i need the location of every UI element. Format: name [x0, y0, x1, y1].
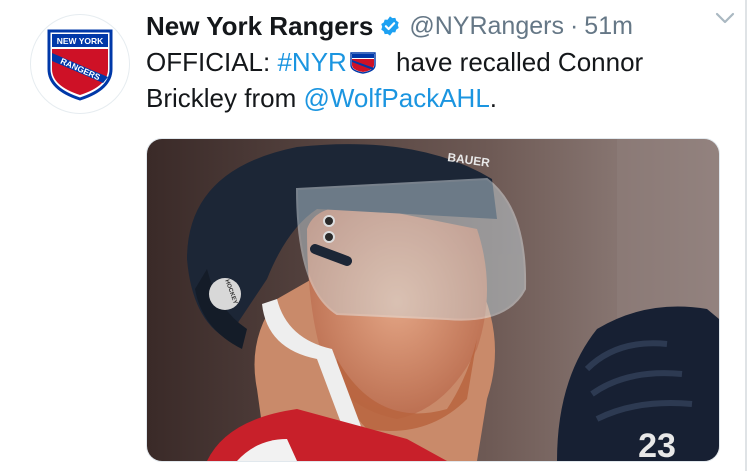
hashtag-link[interactable]: #NYR [277, 47, 346, 77]
rangers-hashflag-icon [350, 52, 376, 74]
mention-link[interactable]: @WolfPackAHL [303, 83, 489, 113]
tweet-media-photo[interactable]: BAUER HOCKEY 23 [146, 138, 720, 462]
tweet-timestamp[interactable]: 51m [584, 12, 633, 41]
tweet-text-suffix: . [489, 83, 498, 113]
tweet-text-prefix: OFFICIAL: [146, 47, 278, 77]
tweet-header: New York Rangers @NYRangers · 51m [146, 8, 730, 44]
author-name[interactable]: New York Rangers [146, 11, 373, 42]
scrollbar-track[interactable] [745, 0, 747, 471]
author-handle[interactable]: @NYRangers [409, 12, 564, 41]
rangers-logo-icon: NEW YORK RANGERS [47, 29, 113, 101]
chevron-down-icon[interactable] [714, 10, 736, 26]
hockey-player-photo: BAUER HOCKEY 23 [147, 139, 719, 461]
tweet-text: OFFICIAL: #NYR have recalled Connor Bric… [146, 44, 726, 116]
avatar[interactable]: NEW YORK RANGERS [30, 14, 130, 114]
jersey-number-text: 23 [638, 427, 676, 461]
separator-dot: · [569, 11, 579, 40]
avatar-line1: NEW YORK [57, 36, 104, 46]
verified-badge-icon [381, 16, 400, 36]
